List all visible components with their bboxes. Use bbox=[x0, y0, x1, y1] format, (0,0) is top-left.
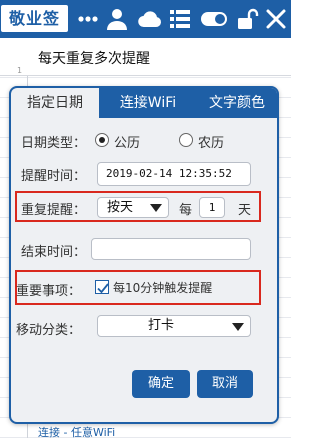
category-label: 移动分类： bbox=[16, 323, 82, 338]
chevron-down-icon bbox=[232, 323, 244, 331]
category-value: 打卡 bbox=[147, 318, 174, 333]
repeat-mode-select[interactable]: 按天 bbox=[97, 197, 169, 218]
note-title-bar: 每天重复多次提醒 bbox=[0, 38, 291, 76]
reminder-dialog: 指定日期 连接WiFi 文字颜色 日期类型： 公历 农历 提醒时间： 2019-… bbox=[9, 86, 279, 424]
tab-connect-wifi[interactable]: 连接WiFi bbox=[105, 88, 191, 118]
date-type-label: 日期类型： bbox=[21, 136, 87, 151]
toggle-icon[interactable] bbox=[200, 7, 228, 31]
important-checkbox-label[interactable]: 每10分钟触发提醒 bbox=[113, 279, 212, 296]
end-time-label: 结束时间： bbox=[21, 245, 87, 260]
confirm-button[interactable]: 确定 bbox=[132, 370, 190, 398]
line-number: 1 bbox=[17, 66, 23, 75]
repeat-interval-input[interactable]: 1 bbox=[199, 197, 225, 218]
radio-solar[interactable] bbox=[95, 133, 109, 147]
radio-solar-label[interactable]: 公历 bbox=[114, 132, 140, 151]
note-bottom-text: 连接 - 任意WiFi bbox=[38, 426, 116, 438]
every-label: 每 bbox=[179, 203, 193, 218]
important-label: 重要事项： bbox=[16, 284, 82, 299]
app-logo[interactable]: 敬业签 bbox=[1, 5, 68, 32]
repeat-label: 重复提醒： bbox=[21, 203, 87, 218]
important-checkbox[interactable] bbox=[95, 280, 109, 294]
tab-specified-date[interactable]: 指定日期 bbox=[11, 88, 99, 118]
remind-time-label: 提醒时间： bbox=[21, 169, 87, 184]
category-select[interactable]: 打卡 bbox=[97, 315, 251, 337]
repeat-mode-value: 按天 bbox=[106, 200, 133, 215]
radio-lunar-label[interactable]: 农历 bbox=[198, 132, 224, 151]
user-icon[interactable] bbox=[105, 7, 129, 31]
more-dots-icon[interactable] bbox=[76, 7, 100, 31]
list-icon[interactable] bbox=[168, 7, 192, 31]
tab-text-color[interactable]: 文字颜色 bbox=[197, 88, 277, 118]
top-toolbar: 敬业签 bbox=[0, 0, 291, 38]
note-title: 每天重复多次提醒 bbox=[38, 51, 150, 67]
remind-time-input[interactable]: 2019-02-14 12:35:52 bbox=[97, 162, 251, 186]
chevron-down-icon bbox=[150, 204, 162, 212]
cancel-button[interactable]: 取消 bbox=[197, 370, 253, 398]
cloud-icon[interactable] bbox=[138, 7, 162, 31]
radio-lunar[interactable] bbox=[179, 133, 193, 147]
dialog-tabs: 指定日期 连接WiFi 文字颜色 bbox=[11, 88, 277, 118]
unit-label: 天 bbox=[238, 203, 252, 218]
end-time-input[interactable] bbox=[91, 238, 251, 260]
unlock-icon[interactable] bbox=[236, 7, 260, 31]
close-icon[interactable] bbox=[264, 7, 288, 31]
